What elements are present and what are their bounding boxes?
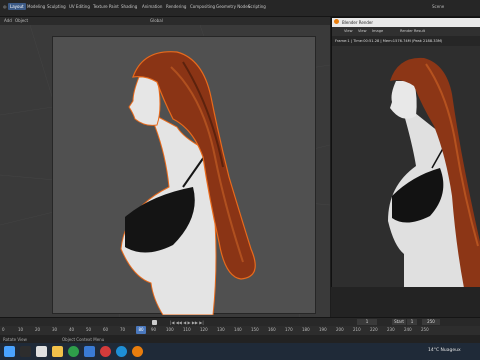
scene-selector[interactable]: Scene	[432, 4, 444, 9]
ruler-tick: 160	[268, 327, 276, 332]
ruler-tick: 130	[217, 327, 225, 332]
character-model-viewport	[120, 51, 256, 316]
ruler-tick: 110	[183, 327, 191, 332]
folder-icon[interactable]	[52, 346, 63, 357]
render-window-titlebar: Blender Render	[332, 18, 480, 27]
ruler-tick: 50	[86, 327, 92, 332]
edge-icon[interactable]	[116, 346, 127, 357]
current-frame-field[interactable]: 1	[357, 319, 377, 325]
ruler-tick: 20	[35, 327, 41, 332]
render-slot-selector[interactable]: Render Result	[400, 29, 425, 33]
tab-compositing[interactable]: Compositing	[190, 4, 215, 9]
weather-widget[interactable]: 14°C Nuageux	[428, 348, 461, 353]
timeline-ruler[interactable]: 0 10 20 30 40 50 60 70 90 100 110 120 13…	[0, 326, 480, 335]
view-menu[interactable]: View	[344, 29, 353, 33]
ruler-tick: 10	[18, 327, 24, 332]
status-bar: Rotate View Object Context Menu	[0, 335, 480, 343]
tab-layout[interactable]: Layout	[8, 3, 26, 10]
render-window: Blender Render View View Image Render Re…	[331, 17, 480, 288]
properties-panel-edge	[331, 287, 480, 317]
transform-orientation[interactable]: Global	[150, 18, 163, 23]
chrome-icon[interactable]	[68, 346, 79, 357]
windows-start-icon[interactable]	[4, 346, 15, 357]
blender-taskbar-icon[interactable]	[132, 346, 143, 357]
ruler-tick: 70	[120, 327, 126, 332]
ruler-tick: 180	[302, 327, 310, 332]
playhead[interactable]: 80	[136, 326, 146, 334]
ruler-tick: 140	[234, 327, 242, 332]
ruler-tick: 30	[52, 327, 58, 332]
blender-logo-icon[interactable]: ◎	[3, 4, 7, 9]
app-icon[interactable]	[84, 346, 95, 357]
start-frame-field[interactable]: 1	[407, 319, 417, 325]
add-menu[interactable]: Add	[4, 18, 12, 23]
tab-geometry-nodes[interactable]: Geometry Nodes	[216, 4, 250, 9]
media-icon[interactable]	[100, 346, 111, 357]
render-window-menu: View View Image Render Result	[332, 27, 480, 36]
ruler-tick: 230	[387, 327, 395, 332]
viewport-header: Add Object Global	[0, 17, 330, 25]
ruler-tick: 170	[285, 327, 293, 332]
top-menu-bar: ◎ Layout Modeling Sculpting UV Editing T…	[0, 0, 480, 17]
file-explorer-icon[interactable]	[36, 346, 47, 357]
render-window-title: Blender Render	[342, 20, 374, 25]
keyframe-icon[interactable]	[152, 320, 157, 325]
ruler-tick: 250	[421, 327, 429, 332]
ruler-tick: 0	[2, 327, 5, 332]
playback-controls[interactable]: |◀ ◀◀ ◀ ▶ ▶▶ ▶|	[170, 320, 204, 325]
blender-logo-icon	[334, 19, 339, 24]
ruler-tick: 220	[370, 327, 378, 332]
tab-shading[interactable]: Shading	[121, 4, 137, 9]
view-menu-2[interactable]: View	[358, 29, 367, 33]
ruler-tick: 190	[319, 327, 327, 332]
start-frame-label[interactable]: Start	[392, 319, 406, 325]
ruler-tick: 120	[200, 327, 208, 332]
ruler-tick: 90	[151, 327, 157, 332]
tab-rendering[interactable]: Rendering	[166, 4, 186, 9]
object-menu[interactable]: Object	[15, 18, 28, 23]
tab-scripting[interactable]: Scripting	[248, 4, 266, 9]
tab-uv-editing[interactable]: UV Editing	[69, 4, 90, 9]
camera-frame	[52, 36, 316, 316]
end-frame-field[interactable]: 250	[422, 319, 440, 325]
ruler-tick: 240	[404, 327, 412, 332]
render-result-image	[332, 46, 480, 288]
tab-modeling[interactable]: Modeling	[27, 4, 45, 9]
task-view-icon[interactable]	[20, 346, 31, 357]
ruler-tick: 100	[166, 327, 174, 332]
ruler-tick: 210	[353, 327, 361, 332]
tab-texture-paint[interactable]: Texture Paint	[93, 4, 119, 9]
ruler-tick: 150	[251, 327, 259, 332]
ruler-tick: 200	[336, 327, 344, 332]
ruler-tick: 60	[103, 327, 109, 332]
image-menu[interactable]: Image	[372, 29, 383, 33]
tab-animation[interactable]: Animation	[142, 4, 162, 9]
status-hint-context: Object Context Menu	[62, 337, 105, 342]
render-info: Frame:1 | Time:00:51.28 | Mem:1576.74M (…	[332, 36, 480, 46]
timeline-controls: |◀ ◀◀ ◀ ▶ ▶▶ ▶| 1 Start 1 250	[0, 317, 480, 326]
status-hint-rotate: Rotate View	[3, 337, 27, 342]
tab-sculpting[interactable]: Sculpting	[47, 4, 66, 9]
character-model-render	[332, 46, 480, 288]
ruler-tick: 40	[69, 327, 75, 332]
